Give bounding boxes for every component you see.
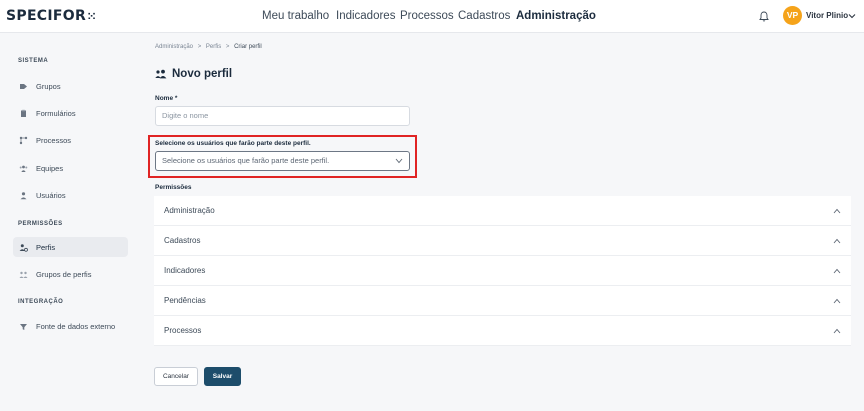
- page-title: Novo perfil: [155, 68, 232, 80]
- sidebar-item-equipes[interactable]: Equipes: [13, 158, 128, 178]
- chevron-up-icon[interactable]: [833, 268, 841, 274]
- users-label: Selecione os usuários que farão parte de…: [155, 140, 311, 147]
- nav-processos[interactable]: Processos: [400, 10, 454, 22]
- name-label: Nome *: [155, 95, 178, 102]
- permission-processos[interactable]: Processos: [154, 316, 851, 346]
- user-avatar[interactable]: VP: [783, 6, 802, 25]
- chevron-up-icon[interactable]: [833, 238, 841, 244]
- chevron-up-icon[interactable]: [833, 328, 841, 334]
- nav-administracao[interactable]: Administração: [516, 10, 596, 22]
- chevron-down-icon: [395, 158, 403, 164]
- top-bar: SPECIFOR⁙ Meu trabalho Indicadores Proce…: [0, 0, 864, 33]
- sidebar-item-perfis[interactable]: Perfis: [13, 237, 128, 257]
- user-name[interactable]: Vitor Plinio: [806, 11, 848, 20]
- breadcrumb-criar-perfil: Criar perfil: [234, 44, 262, 50]
- chevron-up-icon[interactable]: [833, 208, 841, 214]
- cancel-button[interactable]: Cancelar: [154, 367, 198, 386]
- specifor-logo[interactable]: SPECIFOR⁙: [6, 8, 97, 24]
- users-group-icon: [155, 69, 167, 79]
- permission-pendencias[interactable]: Pendências: [154, 286, 851, 316]
- nav-indicadores[interactable]: Indicadores: [336, 10, 395, 22]
- breadcrumb: Administração > Perfis > Criar perfil: [155, 44, 262, 50]
- sidebar: SISTEMA Grupos Formulários Processos Equ…: [0, 34, 143, 411]
- sidebar-item-usuarios[interactable]: Usuários: [13, 185, 128, 205]
- sidebar-section-sistema: SISTEMA: [18, 58, 49, 64]
- funnel-icon: [20, 323, 27, 330]
- permission-administracao[interactable]: Administração: [154, 196, 851, 226]
- permission-cadastros[interactable]: Cadastros: [154, 226, 851, 256]
- sidebar-item-fonte-de-dados-externo[interactable]: Fonte de dados externo: [13, 316, 128, 336]
- breadcrumb-perfis[interactable]: Perfis: [206, 44, 221, 50]
- permission-indicadores[interactable]: Indicadores: [154, 256, 851, 286]
- name-field[interactable]: Digite o nome: [155, 106, 410, 126]
- flow-icon: [19, 136, 28, 144]
- group-profiles-icon: [19, 271, 28, 278]
- bell-icon[interactable]: [759, 11, 769, 22]
- sidebar-item-processos[interactable]: Processos: [13, 130, 128, 150]
- permissions-label: Permissões: [155, 184, 192, 191]
- nav-cadastros[interactable]: Cadastros: [458, 10, 510, 22]
- user-icon: [20, 191, 27, 199]
- sidebar-section-integracao: INTEGRAÇÃO: [18, 299, 64, 305]
- users-select[interactable]: Selecione os usuários que farão parte de…: [155, 151, 410, 171]
- sidebar-item-formularios[interactable]: Formulários: [13, 103, 128, 123]
- breadcrumb-administracao[interactable]: Administração: [155, 44, 193, 50]
- profile-gear-icon: [19, 243, 28, 252]
- tag-icon: [20, 83, 27, 89]
- team-icon: [19, 165, 28, 172]
- sidebar-item-grupos-de-perfis[interactable]: Grupos de perfis: [13, 264, 128, 284]
- sidebar-item-grupos[interactable]: Grupos: [13, 76, 128, 96]
- sidebar-section-permissoes: PERMISSÕES: [18, 221, 63, 227]
- nav-meu-trabalho[interactable]: Meu trabalho: [262, 10, 329, 22]
- chevron-up-icon[interactable]: [833, 298, 841, 304]
- clipboard-icon: [21, 109, 26, 117]
- chevron-down-icon[interactable]: [848, 12, 856, 20]
- main-content: Administração > Perfis > Criar perfil No…: [143, 34, 864, 411]
- save-button[interactable]: Salvar: [204, 367, 241, 386]
